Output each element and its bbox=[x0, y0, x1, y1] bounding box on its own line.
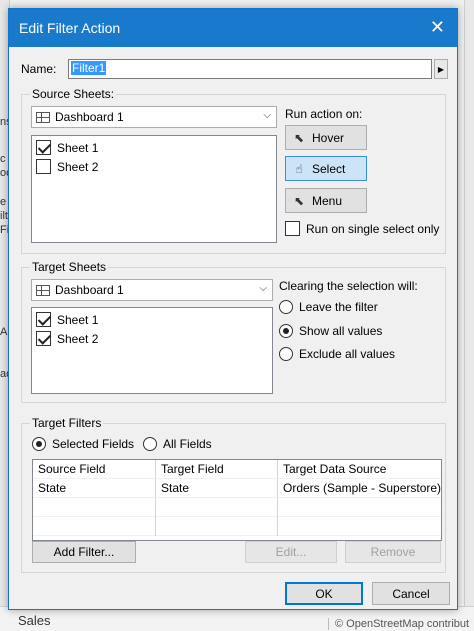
source-dashboard-value: Dashboard 1 bbox=[55, 110, 124, 124]
background-sales-label: Sales bbox=[18, 613, 51, 628]
table-row[interactable]: State State Orders (Sample - Superstore) bbox=[33, 479, 441, 498]
ok-button-label: OK bbox=[315, 586, 333, 601]
exclude-all-values-radio[interactable] bbox=[279, 347, 293, 361]
source-sheet-item[interactable]: Sheet 1 bbox=[36, 138, 272, 157]
select-pointer-icon: ☝ bbox=[295, 161, 303, 176]
add-filter-button[interactable]: Add Filter... bbox=[32, 541, 136, 563]
all-fields-option[interactable]: All Fields bbox=[143, 437, 212, 451]
target-filters-table: Source Field Target Field Target Data So… bbox=[32, 459, 442, 541]
target-filters-legend: Target Filters bbox=[30, 416, 104, 430]
chevron-down-icon: ⌵ bbox=[259, 283, 267, 294]
selected-fields-radio[interactable] bbox=[32, 437, 46, 451]
target-sheet-label: Sheet 2 bbox=[57, 331, 99, 346]
single-select-option[interactable]: Run on single select only bbox=[285, 221, 439, 236]
target-sheet-label: Sheet 1 bbox=[57, 312, 99, 327]
background-map-attribution: © OpenStreetMap contribut bbox=[328, 618, 469, 630]
leave-filter-label: Leave the filter bbox=[299, 300, 378, 314]
cancel-button-label: Cancel bbox=[392, 586, 430, 601]
all-fields-label: All Fields bbox=[163, 437, 212, 451]
source-sheet-item[interactable]: Sheet 2 bbox=[36, 157, 272, 176]
name-input[interactable]: Filter1 bbox=[68, 59, 432, 79]
column-header-source-field[interactable]: Source Field bbox=[33, 460, 156, 478]
target-sheets-list: Sheet 1 Sheet 2 bbox=[31, 307, 273, 394]
source-sheet-2-checkbox[interactable] bbox=[36, 159, 51, 174]
target-sheets-legend: Target Sheets bbox=[30, 260, 109, 274]
single-select-checkbox[interactable] bbox=[285, 221, 300, 236]
chevron-down-icon: ⌵ bbox=[263, 110, 271, 121]
target-sheet-2-checkbox[interactable] bbox=[36, 331, 51, 346]
source-field-cell: State bbox=[33, 479, 156, 497]
exclude-all-values-label: Exclude all values bbox=[299, 347, 396, 361]
background-text-fragment: A bbox=[0, 326, 8, 338]
leave-filter-option[interactable]: Leave the filter bbox=[279, 300, 378, 314]
source-sheets-legend: Source Sheets: bbox=[30, 87, 117, 101]
all-fields-radio[interactable] bbox=[143, 437, 157, 451]
target-sheet-1-checkbox[interactable] bbox=[36, 312, 51, 327]
source-sheets-list: Sheet 1 Sheet 2 bbox=[31, 135, 277, 243]
edit-button-label: Edit... bbox=[275, 545, 307, 559]
menu-pointer-icon: ⬉ bbox=[293, 193, 305, 208]
run-action-label: Run action on: bbox=[285, 107, 363, 121]
select-button-label: Select bbox=[312, 161, 346, 176]
remove-button-label: Remove bbox=[370, 545, 416, 559]
source-sheet-label: Sheet 2 bbox=[57, 159, 99, 174]
background-text-fragment: e bbox=[0, 196, 7, 208]
target-dashboard-value: Dashboard 1 bbox=[55, 283, 124, 297]
show-all-values-option[interactable]: Show all values bbox=[279, 324, 382, 338]
insert-field-arrow-button[interactable]: ▶ bbox=[434, 59, 448, 79]
table-row-empty bbox=[33, 498, 441, 517]
selected-fields-option[interactable]: Selected Fields bbox=[32, 437, 134, 451]
dialog-title: Edit Filter Action bbox=[19, 20, 121, 36]
empty-cell bbox=[156, 498, 278, 517]
source-sheet-1-checkbox[interactable] bbox=[36, 140, 51, 155]
close-icon[interactable]: ✕ bbox=[430, 17, 445, 37]
name-row: Name: Filter1 ▶ bbox=[21, 59, 448, 79]
empty-cell bbox=[33, 517, 156, 536]
column-header-target-field[interactable]: Target Field bbox=[156, 460, 278, 478]
menu-button-label: Menu bbox=[312, 193, 343, 208]
table-header-row: Source Field Target Field Target Data So… bbox=[33, 460, 441, 479]
empty-cell bbox=[278, 517, 441, 536]
show-all-values-radio[interactable] bbox=[279, 324, 293, 338]
source-sheet-label: Sheet 1 bbox=[57, 140, 99, 155]
empty-cell bbox=[33, 498, 156, 517]
hover-button[interactable]: ⬉ Hover bbox=[285, 125, 367, 150]
leave-filter-radio[interactable] bbox=[279, 300, 293, 314]
background-text-fragment: ilt bbox=[0, 210, 8, 222]
target-sheet-item[interactable]: Sheet 2 bbox=[36, 329, 268, 348]
clearing-label: Clearing the selection will: bbox=[279, 279, 418, 293]
table-row-empty bbox=[33, 517, 441, 536]
ok-button[interactable]: OK bbox=[285, 582, 363, 605]
dashboard-grid-icon bbox=[36, 284, 50, 296]
edit-button[interactable]: Edit... bbox=[245, 541, 337, 563]
empty-cell bbox=[278, 498, 441, 517]
target-dashboard-dropdown[interactable]: Dashboard 1 ⌵ bbox=[31, 279, 273, 301]
dialog-titlebar: Edit Filter Action ✕ bbox=[9, 9, 457, 47]
empty-cell bbox=[156, 517, 278, 536]
target-field-cell: State bbox=[156, 479, 278, 497]
target-sheet-item[interactable]: Sheet 1 bbox=[36, 310, 268, 329]
background-text-fragment: c bbox=[0, 153, 6, 165]
show-all-values-label: Show all values bbox=[299, 324, 383, 338]
background-app-right bbox=[464, 0, 474, 631]
select-button[interactable]: ☝ Select bbox=[285, 156, 367, 181]
menu-button[interactable]: ⬉ Menu bbox=[285, 188, 367, 213]
hover-button-label: Hover bbox=[312, 130, 345, 145]
column-header-target-data-source[interactable]: Target Data Source bbox=[278, 460, 441, 478]
selected-fields-label: Selected Fields bbox=[52, 437, 135, 451]
source-dashboard-dropdown[interactable]: Dashboard 1 ⌵ bbox=[31, 106, 277, 128]
add-filter-button-label: Add Filter... bbox=[53, 545, 115, 559]
name-label: Name: bbox=[21, 62, 57, 76]
edit-filter-action-dialog: Edit Filter Action ✕ Name: Filter1 ▶ Sou… bbox=[8, 8, 458, 610]
remove-button[interactable]: Remove bbox=[345, 541, 441, 563]
name-input-value: Filter1 bbox=[71, 61, 107, 75]
exclude-all-values-option[interactable]: Exclude all values bbox=[279, 347, 395, 361]
cancel-button[interactable]: Cancel bbox=[372, 582, 450, 605]
dashboard-grid-icon bbox=[36, 111, 50, 123]
pointer-icon: ⬉ bbox=[293, 130, 305, 145]
target-data-source-cell: Orders (Sample - Superstore) bbox=[283, 481, 441, 495]
single-select-label: Run on single select only bbox=[306, 221, 440, 236]
